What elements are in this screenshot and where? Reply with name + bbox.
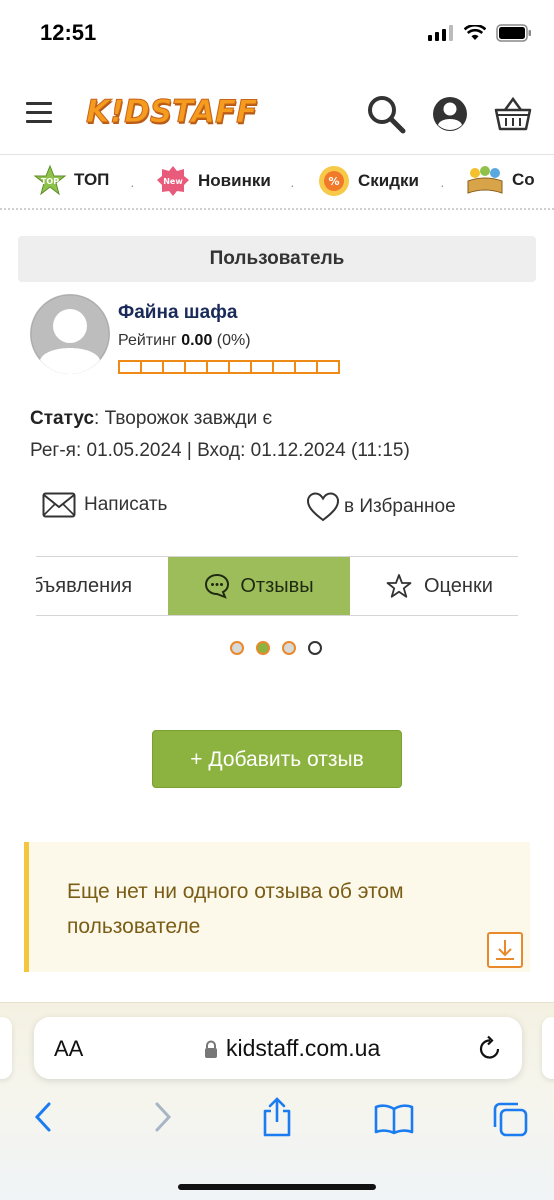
rating-segment (228, 360, 252, 374)
hamburger-menu-icon[interactable] (26, 102, 52, 124)
tab-ratings-label: Оценки (424, 574, 493, 597)
category-label: Со (512, 170, 535, 189)
registration-info: Рег-я: 01.05.2024 | Вход: 01.12.2024 (11… (30, 440, 410, 461)
rating-segment (294, 360, 318, 374)
category-label: Скидки (358, 171, 419, 190)
favorite-label: в Избранное (344, 496, 456, 517)
category-discounts[interactable]: % Скидки (318, 165, 419, 197)
tab-ratings[interactable]: Оценки (386, 557, 518, 615)
separator-dot: · (440, 177, 445, 193)
add-to-favorites-button[interactable]: в Избранное (306, 492, 456, 522)
back-icon[interactable] (32, 1101, 54, 1133)
separator-dot: · (130, 177, 135, 193)
svg-text:New: New (163, 177, 183, 186)
write-label: Написать (84, 494, 168, 515)
rating-label: Рейтинг (118, 332, 177, 349)
tab-ads[interactable]: бъявления (36, 557, 168, 615)
category-label: ТОП (74, 170, 110, 189)
rating-segment (184, 360, 208, 374)
pager-dot[interactable] (282, 641, 296, 655)
books-icon (467, 166, 503, 194)
rating-segment (162, 360, 186, 374)
site-header: K!DSTAFF (0, 80, 554, 152)
wifi-icon (464, 25, 486, 40)
category-new[interactable]: New Новинки (156, 165, 271, 197)
status-bar: 12:51 (0, 0, 554, 66)
new-badge-icon: New (157, 166, 189, 196)
previous-tab-peek[interactable] (0, 1017, 12, 1079)
reload-icon[interactable] (478, 1035, 502, 1061)
notice-text: Еще нет ни одного отзыва об этом пользов… (67, 880, 404, 938)
profile-tabs: бъявления Отзывы Оценки (36, 556, 518, 616)
envelope-icon (42, 492, 76, 518)
share-icon[interactable] (260, 1097, 294, 1137)
rating-bar (118, 360, 340, 374)
user-status: Статус: Творожок завжди є (30, 408, 272, 430)
battery-icon (496, 24, 531, 42)
status-label: Статус (30, 408, 95, 429)
aa-label: AA (54, 1036, 84, 1061)
discount-icon: % (319, 166, 349, 196)
svg-text:TOP: TOP (41, 177, 59, 186)
rating-value: 0.00 (181, 332, 213, 349)
address-bar[interactable]: AA kidstaff.com.ua (34, 1017, 522, 1079)
tab-ads-label: бъявления (36, 574, 133, 597)
download-icon[interactable] (487, 932, 523, 968)
panel-title: Пользователь (18, 236, 536, 282)
user-account-icon[interactable] (430, 94, 470, 134)
category-top[interactable]: TOP ТОП (34, 165, 109, 195)
rating-segment (272, 360, 296, 374)
no-reviews-notice: Еще нет ни одного отзыва об этом пользов… (24, 842, 530, 972)
category-label: Новинки (198, 171, 271, 190)
pager-dot[interactable] (256, 641, 270, 655)
status-time: 12:51 (40, 20, 97, 45)
category-strip: TOP ТОП · New Новинки · % Скидки · Со (0, 154, 554, 210)
status-value: : Творожок завжди є (94, 408, 273, 429)
reader-aa-button[interactable]: AA (54, 1036, 83, 1062)
rating-segment (316, 360, 340, 374)
user-avatar (30, 294, 110, 374)
rating-segment (140, 360, 164, 374)
tab-reviews-label: Отзывы (240, 574, 314, 597)
pager-dot[interactable] (230, 641, 244, 655)
pager-dot[interactable] (308, 641, 322, 655)
user-rating: Рейтинг 0.00 (0%) (118, 332, 251, 350)
next-tab-peek[interactable] (542, 1017, 554, 1079)
svg-text:%: % (328, 175, 339, 188)
rating-segment (250, 360, 274, 374)
site-logo[interactable]: K!DSTAFF (85, 94, 257, 131)
bookmarks-icon[interactable] (374, 1103, 414, 1135)
lock-icon (205, 1040, 217, 1058)
cellular-signal-icon (428, 25, 453, 41)
default-avatar-icon (30, 294, 110, 374)
star-outline-icon (386, 574, 412, 598)
status-icons (428, 24, 532, 42)
add-review-button[interactable]: + Добавить отзыв (152, 730, 402, 788)
tab-pager-dots (230, 641, 322, 655)
user-name[interactable]: Файна шафа (118, 302, 237, 324)
tab-reviews[interactable]: Отзывы (168, 557, 350, 615)
search-icon[interactable] (366, 94, 406, 134)
tabs-overview-icon[interactable] (492, 1101, 528, 1137)
basket-icon[interactable] (494, 96, 532, 132)
top-star-icon: TOP (34, 165, 66, 195)
rating-percent: (0%) (216, 332, 251, 349)
heart-icon (306, 492, 340, 522)
rating-segment (118, 360, 142, 374)
category-books[interactable]: Со (466, 165, 535, 195)
home-indicator (178, 1184, 376, 1190)
url-display[interactable]: kidstaff.com.ua (204, 1035, 380, 1062)
browser-toolbar: AA kidstaff.com.ua (0, 1002, 554, 1200)
forward-icon[interactable] (152, 1101, 174, 1133)
separator-dot: · (290, 177, 295, 193)
chat-bubble-icon (205, 573, 230, 599)
write-message-button[interactable]: Написать (42, 492, 167, 518)
url-text: kidstaff.com.ua (226, 1035, 381, 1061)
rating-segment (206, 360, 230, 374)
